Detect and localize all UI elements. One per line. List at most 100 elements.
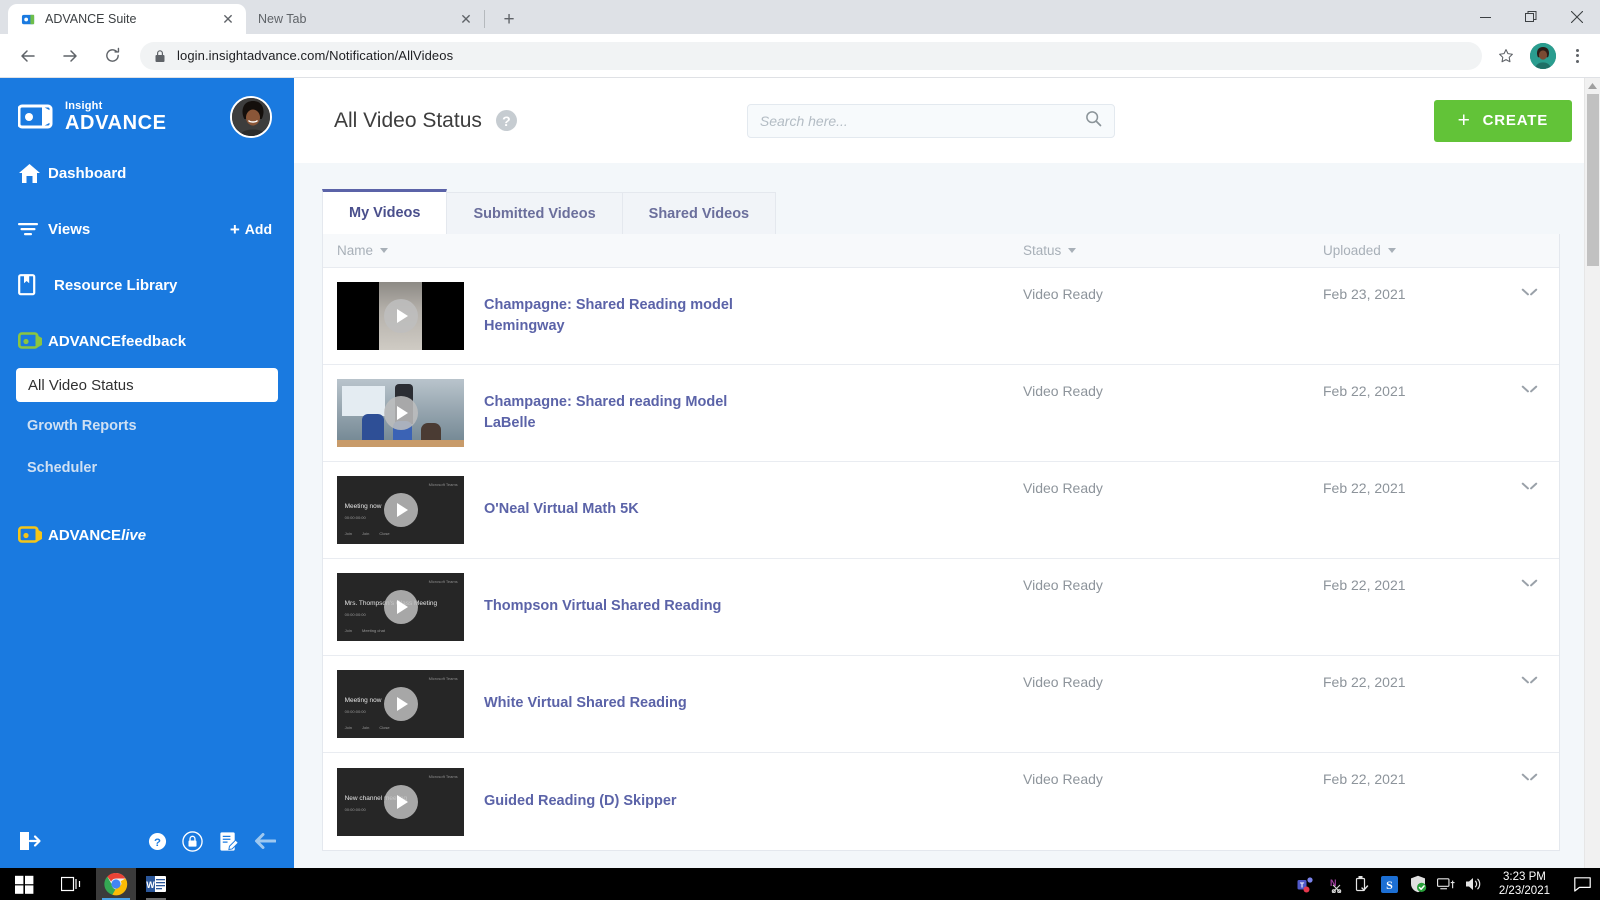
chrome-profile-avatar[interactable] xyxy=(1530,42,1556,69)
windows-start-icon[interactable] xyxy=(0,868,48,900)
taskbar-clock[interactable]: 3:23 PM 2/23/2021 xyxy=(1493,870,1558,899)
lock-icon[interactable] xyxy=(182,830,203,852)
table-row[interactable]: Champagne: Shared Reading model Hemingwa… xyxy=(323,268,1559,365)
user-avatar[interactable] xyxy=(230,96,272,138)
bookmark-star-icon[interactable] xyxy=(1492,42,1520,70)
onenote-snip-icon[interactable]: N xyxy=(1325,875,1343,893)
sidebar-add-view-button[interactable]: + Add xyxy=(230,221,272,238)
notes-icon[interactable] xyxy=(218,831,239,852)
video-uploaded-cell: Feb 22, 2021 xyxy=(1323,365,1559,461)
tab-label: My Videos xyxy=(349,205,421,221)
video-thumbnail[interactable]: Microsoft Teams Meeting now 00:00:00:00 … xyxy=(337,670,464,738)
video-title-link[interactable]: Guided Reading (D) Skipper xyxy=(484,791,677,812)
close-icon[interactable] xyxy=(1554,0,1600,34)
task-view-icon[interactable] xyxy=(48,868,96,900)
search-input[interactable] xyxy=(759,112,1085,129)
sidebar-item-scheduler[interactable]: Scheduler xyxy=(0,450,294,486)
video-title-link[interactable]: Thompson Virtual Shared Reading xyxy=(484,596,721,617)
column-header-status[interactable]: Status xyxy=(1023,243,1323,258)
video-title-link[interactable]: Champagne: Shared Reading model Hemingwa… xyxy=(484,295,744,337)
chevron-down-icon[interactable] xyxy=(1522,482,1537,491)
sidebar-logo-text: Insight ADVANCE xyxy=(65,101,167,134)
browser-tab-advance-suite[interactable]: ADVANCE Suite ✕ xyxy=(8,4,246,34)
scrollbar-thumb[interactable] xyxy=(1587,94,1599,266)
sort-caret-icon[interactable] xyxy=(1068,248,1077,253)
s-app-icon[interactable]: S xyxy=(1381,875,1399,893)
tab-my-videos[interactable]: My Videos xyxy=(322,189,448,234)
back-button[interactable] xyxy=(13,41,43,71)
new-tab-button[interactable]: + xyxy=(495,5,523,33)
video-thumbnail[interactable]: Microsoft Teams New channel meeting 00:0… xyxy=(337,767,464,836)
chevron-down-icon[interactable] xyxy=(1522,579,1537,588)
back-arrow-icon[interactable] xyxy=(254,833,276,849)
sidebar-item-advancelive[interactable]: ADVANCElive xyxy=(0,514,294,556)
chevron-down-icon[interactable] xyxy=(1522,773,1537,782)
sidebar-item-advancefeedback[interactable]: ADVANCEfeedback xyxy=(0,320,294,362)
video-title-link[interactable]: Champagne: Shared reading Model LaBelle xyxy=(484,392,744,434)
play-icon[interactable] xyxy=(383,590,418,624)
video-title-link[interactable]: O'Neal Virtual Math 5K xyxy=(484,499,639,520)
volume-icon[interactable] xyxy=(1465,875,1483,893)
play-icon[interactable] xyxy=(383,784,418,819)
play-icon[interactable] xyxy=(383,493,418,527)
forward-button[interactable] xyxy=(55,41,85,71)
reload-button[interactable] xyxy=(97,41,127,71)
usb-icon[interactable] xyxy=(1353,875,1371,893)
sidebar-item-views[interactable]: Views + Add xyxy=(0,208,294,250)
video-title-link[interactable]: White Virtual Shared Reading xyxy=(484,693,687,714)
logout-icon[interactable] xyxy=(18,828,44,854)
word-icon[interactable]: W xyxy=(136,868,176,900)
close-icon[interactable]: ✕ xyxy=(220,11,236,27)
browser-titlebar: ADVANCE Suite ✕ New Tab ✕ + xyxy=(0,0,1600,34)
sidebar-item-resource-library[interactable]: Resource Library xyxy=(0,264,294,306)
create-button[interactable]: + CREATE xyxy=(1433,99,1572,142)
chrome-icon[interactable] xyxy=(96,868,136,900)
restore-icon[interactable] xyxy=(1508,0,1554,34)
video-uploaded-date: Feb 23, 2021 xyxy=(1323,286,1406,302)
play-icon[interactable] xyxy=(383,396,418,430)
sort-caret-icon[interactable] xyxy=(1387,248,1396,253)
close-icon[interactable]: ✕ xyxy=(458,11,474,27)
video-thumbnail[interactable] xyxy=(337,282,464,350)
table-row[interactable]: Microsoft Teams Meeting now 00:00:00:00 … xyxy=(323,656,1559,753)
help-icon[interactable]: ? xyxy=(148,832,167,851)
defender-shield-icon[interactable] xyxy=(1409,875,1427,893)
sidebar-item-growth-reports[interactable]: Growth Reports xyxy=(0,408,294,444)
table-row[interactable]: Microsoft Teams New channel meeting 00:0… xyxy=(323,753,1559,850)
network-icon[interactable] xyxy=(1436,875,1455,893)
browser-tab-new-tab[interactable]: New Tab ✕ xyxy=(246,4,484,34)
tab-submitted-videos[interactable]: Submitted Videos xyxy=(447,192,623,234)
search-box[interactable] xyxy=(746,103,1115,138)
video-thumbnail[interactable] xyxy=(337,379,464,447)
scroll-up-button[interactable] xyxy=(1585,78,1600,94)
address-bar[interactable]: login.insightadvance.com/Notification/Al… xyxy=(140,41,1482,70)
column-header-uploaded[interactable]: Uploaded xyxy=(1323,243,1559,258)
video-thumbnail[interactable]: Microsoft Teams Mrs. Thompson's Class Me… xyxy=(337,573,464,641)
sidebar-item-label: ADVANCElive xyxy=(48,527,146,544)
sidebar-item-dashboard[interactable]: Dashboard xyxy=(0,152,294,194)
sort-caret-icon[interactable] xyxy=(380,248,389,253)
teams-icon[interactable]: T xyxy=(1297,875,1315,893)
vertical-scrollbar[interactable] xyxy=(1584,78,1600,868)
tab-shared-videos[interactable]: Shared Videos xyxy=(622,192,777,234)
play-icon[interactable] xyxy=(383,687,418,721)
search-icon[interactable] xyxy=(1085,110,1102,132)
table-row[interactable]: Microsoft Teams Mrs. Thompson's Class Me… xyxy=(323,559,1559,656)
chevron-down-icon[interactable] xyxy=(1522,385,1537,394)
help-icon[interactable]: ? xyxy=(495,110,517,131)
video-thumbnail[interactable]: Microsoft Teams Meeting now 00:00:00:00 … xyxy=(337,476,464,544)
notification-icon[interactable] xyxy=(1568,868,1596,900)
chevron-down-icon[interactable] xyxy=(1522,288,1537,297)
tab-divider xyxy=(484,10,485,28)
chrome-menu-button[interactable] xyxy=(1564,43,1590,69)
play-icon[interactable] xyxy=(383,299,418,333)
sidebar-item-all-video-status[interactable]: All Video Status xyxy=(16,368,278,402)
svg-text:S: S xyxy=(1386,878,1393,892)
minimize-icon[interactable] xyxy=(1462,0,1508,34)
browser-toolbar: login.insightadvance.com/Notification/Al… xyxy=(0,34,1600,78)
table-row[interactable]: Microsoft Teams Meeting now 00:00:00:00 … xyxy=(323,462,1559,559)
table-row[interactable]: Champagne: Shared reading Model LaBelle … xyxy=(323,365,1559,462)
column-header-name[interactable]: Name xyxy=(323,243,1023,258)
column-header-label: Status xyxy=(1023,243,1062,258)
chevron-down-icon[interactable] xyxy=(1522,676,1537,685)
